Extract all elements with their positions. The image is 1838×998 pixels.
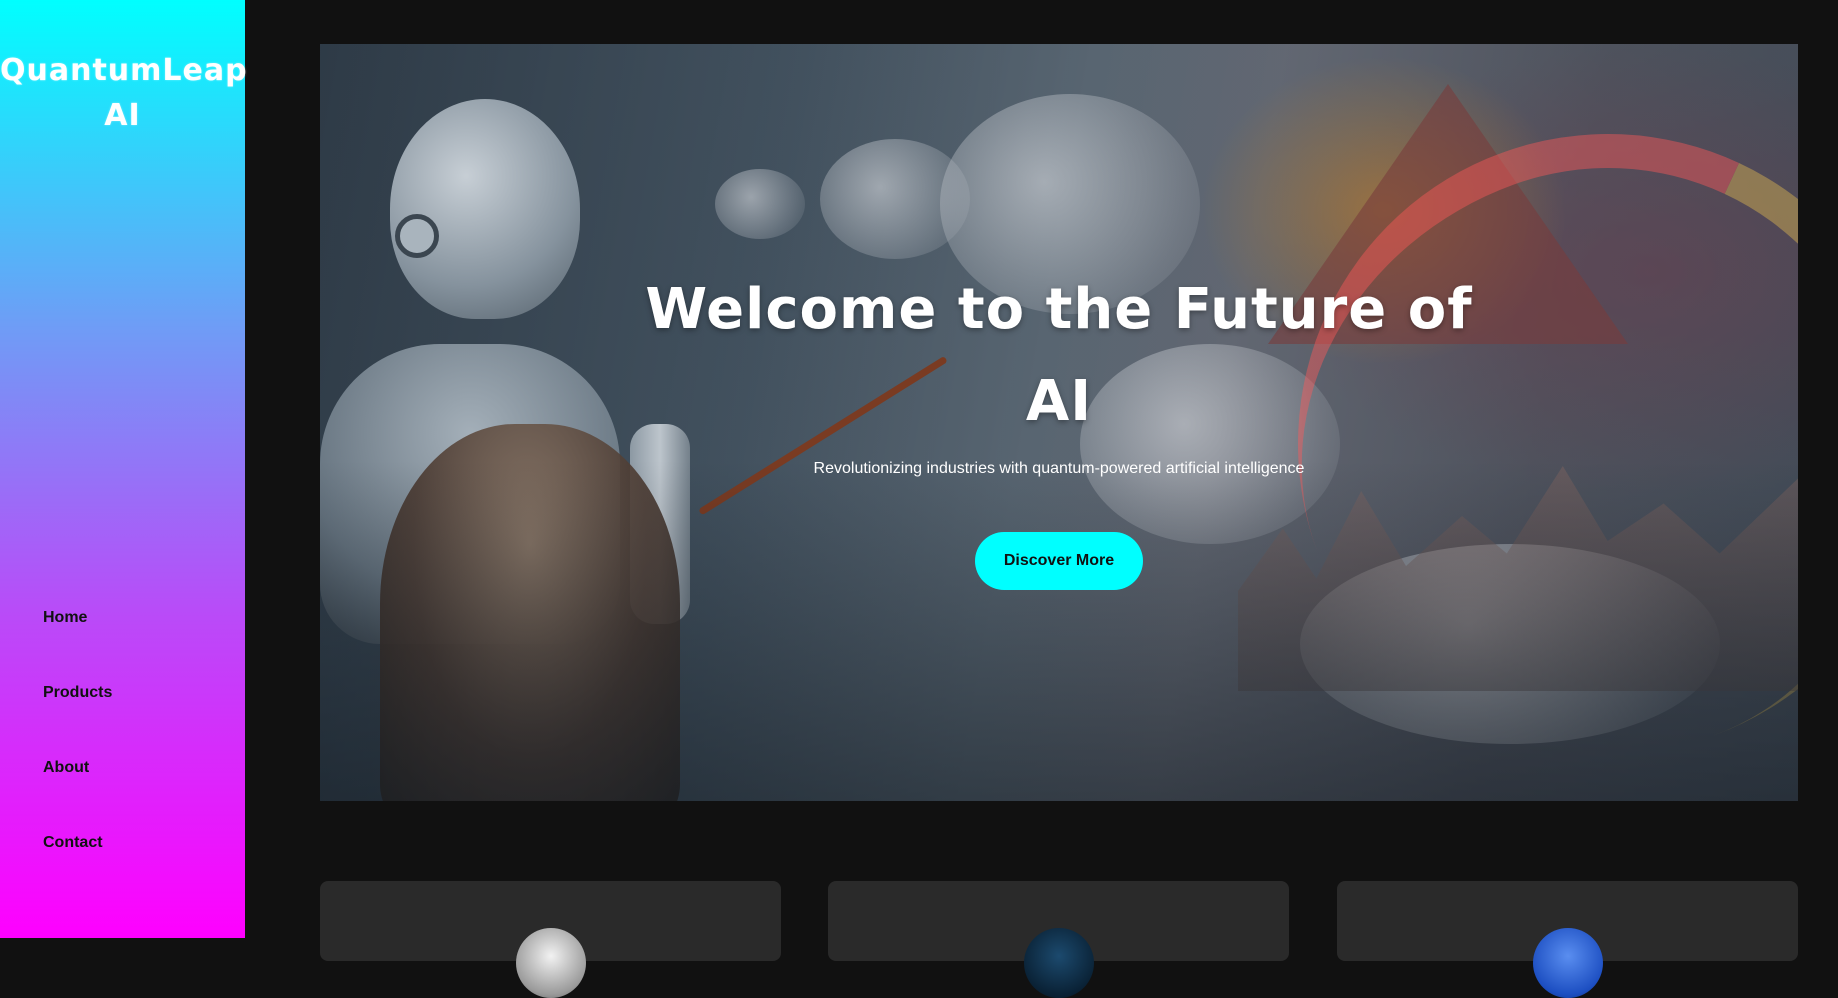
main-nav: Home Products About Contact	[43, 600, 112, 900]
hero-subtitle: Revolutionizing industries with quantum-…	[813, 460, 1305, 477]
feature-card[interactable]	[828, 881, 1289, 998]
card-avatar-image	[1533, 928, 1603, 998]
discover-more-button[interactable]: Discover More	[975, 532, 1143, 590]
feature-card[interactable]	[320, 881, 781, 998]
nav-item-home[interactable]: Home	[43, 600, 112, 675]
hero-title: Welcome to the Future of AI	[645, 277, 1473, 434]
nav-item-about[interactable]: About	[43, 750, 112, 825]
brand-logo[interactable]: QuantumLeap AI	[0, 48, 247, 138]
nav-item-products[interactable]: Products	[43, 675, 112, 750]
sidebar: QuantumLeap AI Home Products About Conta…	[0, 0, 247, 938]
nav-item-contact[interactable]: Contact	[43, 825, 112, 900]
hero-content: Welcome to the Future of AI Revolutioniz…	[320, 44, 1798, 801]
feature-cards	[320, 881, 1798, 998]
hero-banner: Welcome to the Future of AI Revolutioniz…	[320, 44, 1798, 801]
card-avatar-image	[1024, 928, 1094, 998]
feature-card[interactable]	[1337, 881, 1798, 998]
card-avatar-image	[516, 928, 586, 998]
main-content: Welcome to the Future of AI Revolutioniz…	[245, 0, 1838, 998]
